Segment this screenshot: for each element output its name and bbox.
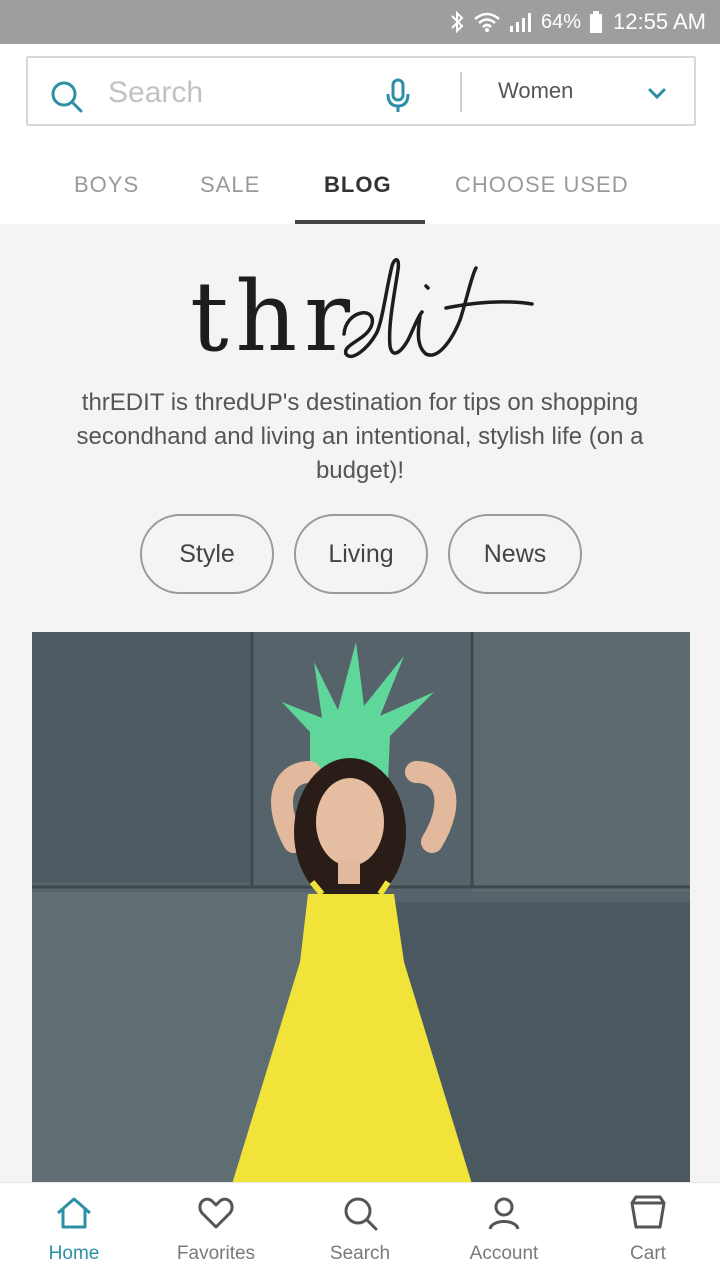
nav-search-label: Search: [329, 1243, 391, 1264]
nav-home[interactable]: Home: [14, 1193, 134, 1277]
search-icon[interactable]: [48, 78, 84, 114]
microphone-icon[interactable]: [385, 78, 411, 114]
nav-home-label: Home: [48, 1243, 100, 1264]
clock: 12:55 AM: [613, 9, 706, 34]
search-input[interactable]: [108, 76, 368, 110]
tab-blog[interactable]: BLOG: [324, 172, 392, 198]
active-tab-indicator: [295, 220, 425, 224]
nav-cart[interactable]: Cart: [588, 1193, 708, 1277]
search-divider: [460, 72, 462, 112]
category-tabs: BOYS SALE BLOG CHOOSE USED: [0, 162, 720, 224]
featured-photo-illustration: [32, 632, 690, 1184]
bottom-navigation: Home Favorites Search Account Cart: [0, 1182, 720, 1280]
svg-text:thr: thr: [190, 261, 350, 362]
status-bar: 64% 12:55 AM: [0, 0, 720, 44]
nav-account-label: Account: [469, 1243, 539, 1264]
thredit-logo: thr: [190, 258, 534, 362]
status-icons: 64%: [449, 10, 603, 34]
nav-cart-label: Cart: [630, 1243, 666, 1264]
nav-search[interactable]: Search: [300, 1193, 420, 1277]
tab-boys[interactable]: BOYS: [74, 172, 139, 198]
nav-favorites[interactable]: Favorites: [156, 1193, 276, 1277]
search-bar: Women: [26, 56, 696, 126]
battery-icon: [590, 11, 603, 33]
blog-tagline: thrEDIT is thredUP's destination for tip…: [76, 389, 644, 484]
category-living-button[interactable]: Living: [294, 514, 428, 594]
home-icon: [57, 1197, 91, 1229]
search-icon: [344, 1197, 378, 1231]
cart-icon: [630, 1195, 666, 1229]
account-icon: [488, 1197, 520, 1230]
nav-favorites-label: Favorites: [176, 1243, 256, 1264]
featured-blog-image[interactable]: [32, 632, 690, 1184]
bluetooth-icon: [451, 10, 464, 34]
app-header: Women BOYS SALE BLOG CHOOSE USED: [0, 44, 720, 224]
heart-icon: [198, 1197, 234, 1229]
tab-sale[interactable]: SALE: [200, 172, 260, 198]
department-selector[interactable]: Women: [498, 78, 573, 104]
wifi-icon: [474, 12, 500, 32]
nav-account[interactable]: Account: [444, 1193, 564, 1277]
tab-choose-used[interactable]: CHOOSE USED: [455, 172, 629, 198]
signal-icon: [510, 13, 532, 32]
battery-percent: 64%: [541, 10, 582, 33]
category-news-button[interactable]: News: [448, 514, 582, 594]
category-style-button[interactable]: Style: [140, 514, 274, 594]
chevron-down-icon[interactable]: [646, 82, 668, 104]
